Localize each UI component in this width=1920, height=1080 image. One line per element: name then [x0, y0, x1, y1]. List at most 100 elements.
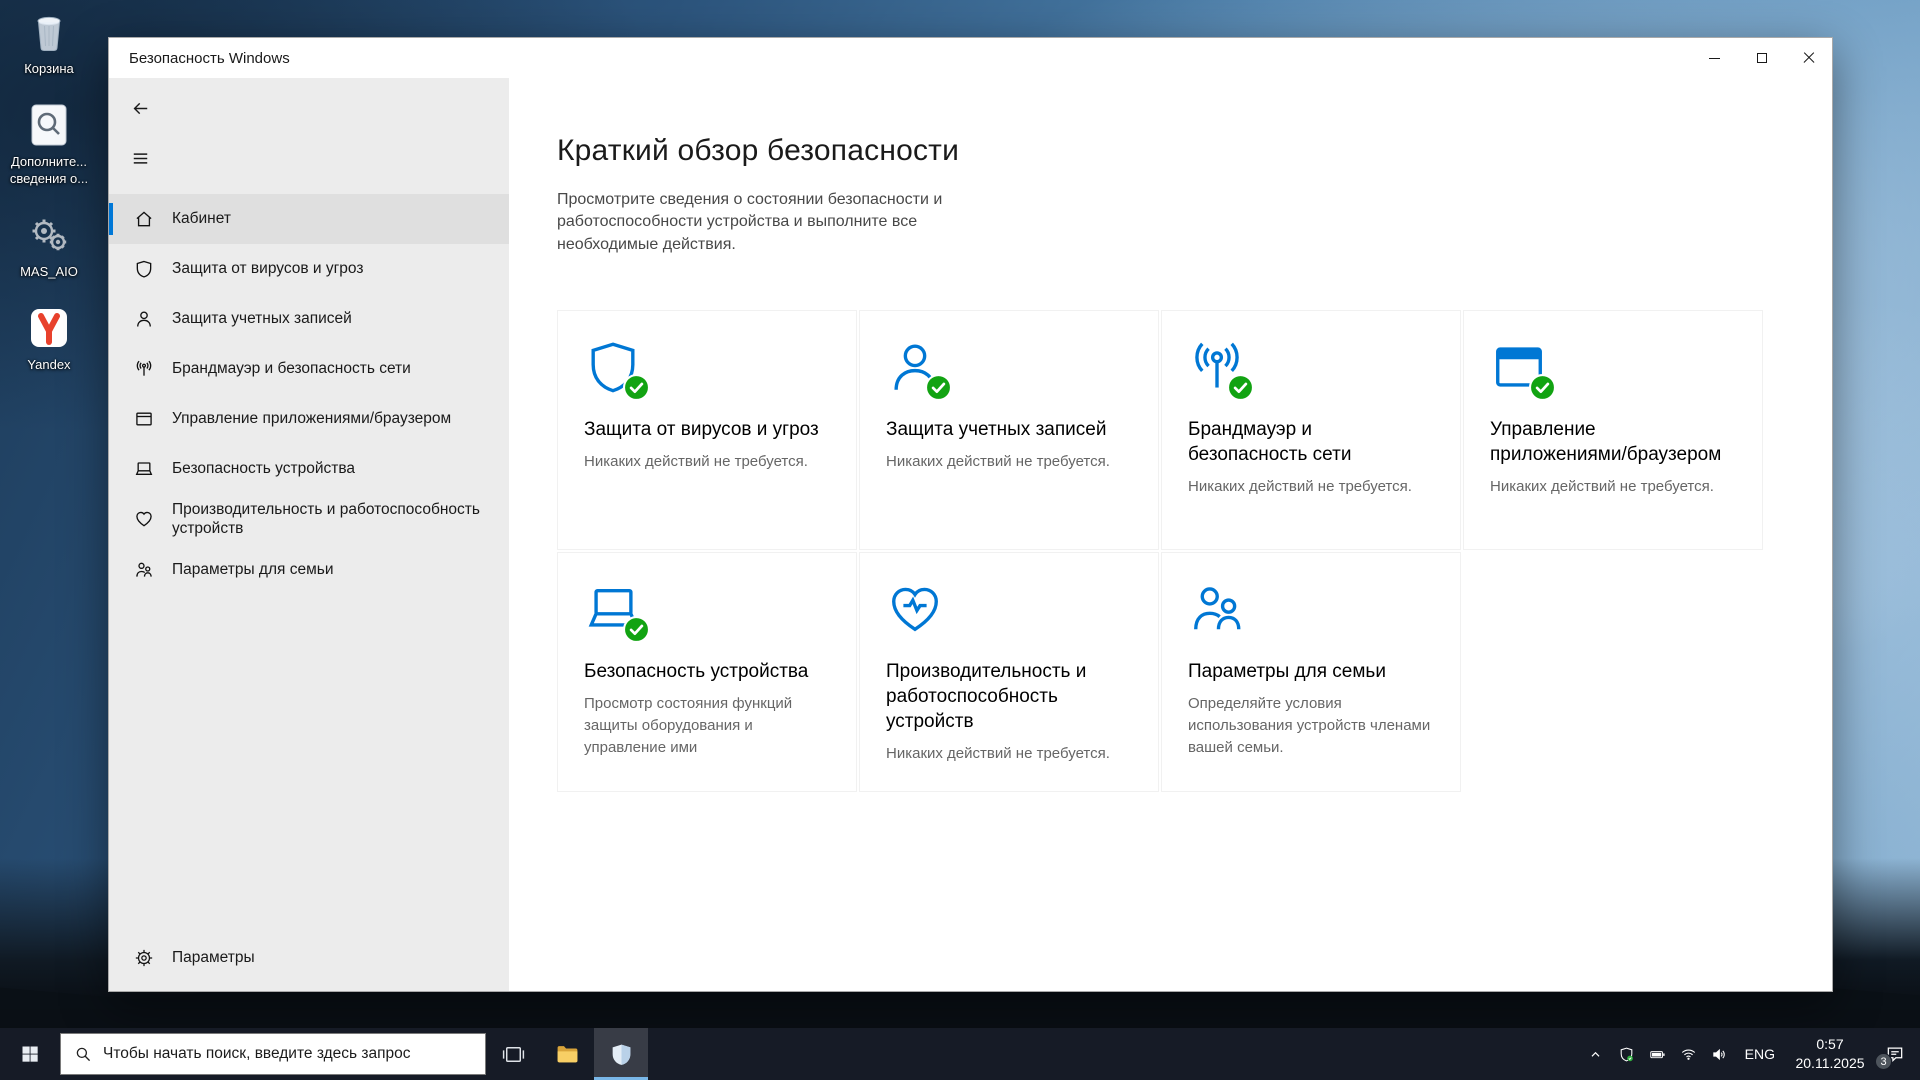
laptop-icon — [134, 459, 154, 479]
tile-status: Определяйте условия использования устрой… — [1188, 693, 1434, 758]
desktop-icon-yandex[interactable]: Yandex — [6, 304, 92, 373]
gears-icon — [25, 211, 73, 259]
sidebar-item-settings[interactable]: Параметры — [109, 933, 509, 983]
windows-security-button[interactable] — [594, 1028, 648, 1080]
sidebar-item-label: Брандмауэр и безопасность сети — [172, 359, 411, 378]
file-explorer-button[interactable] — [540, 1028, 594, 1080]
tile-firewall-network[interactable]: Брандмауэр и безопасность сети Никаких д… — [1161, 310, 1461, 550]
ok-check-icon — [925, 374, 952, 401]
shield-icon — [134, 259, 154, 279]
volume-icon[interactable] — [1711, 1045, 1729, 1063]
system-tray: ENG 0:57 20.11.2025 3 — [1587, 1028, 1920, 1080]
ok-check-icon — [1227, 374, 1254, 401]
taskbar-clock[interactable]: 0:57 20.11.2025 — [1791, 1035, 1869, 1073]
info-document-icon — [25, 101, 73, 149]
tile-status: Никаких действий не требуется. — [886, 451, 1132, 473]
sidebar-item-virus-protection[interactable]: Защита от вирусов и угроз — [109, 244, 509, 294]
wifi-icon[interactable] — [1680, 1045, 1698, 1063]
desktop-icon-label: Корзина — [24, 61, 74, 77]
recycle-bin-icon — [25, 8, 73, 56]
taskbar-search[interactable] — [60, 1033, 486, 1075]
back-button[interactable] — [121, 90, 159, 126]
sidebar-item-label: Безопасность устройства — [172, 459, 355, 478]
sidebar-item-device-security[interactable]: Безопасность устройства — [109, 444, 509, 494]
desktop-icon-label: Дополните... сведения о... — [6, 154, 92, 187]
sidebar-item-label: Производительность и работоспособность у… — [172, 500, 493, 539]
notification-badge: 3 — [1875, 1053, 1892, 1070]
clock-date: 20.11.2025 — [1791, 1054, 1869, 1073]
sidebar-item-label: Параметры — [172, 948, 255, 967]
page-title: Краткий обзор безопасности — [557, 134, 1832, 168]
tile-device-security[interactable]: Безопасность устройства Просмотр состоян… — [557, 552, 857, 792]
tile-virus-protection[interactable]: Защита от вирусов и угроз Никаких действ… — [557, 310, 857, 550]
tile-app-browser-control[interactable]: Управление приложениями/браузером Никаки… — [1463, 310, 1763, 550]
family-icon — [134, 560, 154, 580]
close-icon — [1803, 52, 1815, 64]
hamburger-icon — [131, 149, 150, 168]
tile-status: Просмотр состояния функций защиты оборуд… — [584, 693, 830, 758]
person-icon — [134, 309, 154, 329]
app-window-icon — [1490, 338, 1552, 400]
desktop-icon-info-document[interactable]: Дополните... сведения о... — [6, 101, 92, 187]
page-subtitle: Просмотрите сведения о состоянии безопас… — [557, 189, 1019, 256]
network-icon — [1188, 338, 1250, 400]
sidebar: Кабинет Защита от вирусов и угроз Защита… — [109, 78, 509, 991]
shield-icon — [584, 338, 646, 400]
sidebar-item-family-options[interactable]: Параметры для семьи — [109, 545, 509, 595]
close-button[interactable] — [1785, 38, 1832, 78]
tile-status: Никаких действий не требуется. — [1490, 476, 1736, 498]
tile-status: Никаких действий не требуется. — [886, 743, 1132, 765]
desktop-icon-recycle-bin[interactable]: Корзина — [6, 8, 92, 77]
search-input[interactable] — [103, 1045, 472, 1063]
shield-tray-icon[interactable] — [1618, 1045, 1636, 1063]
tile-title: Производительность и работоспособность у… — [886, 659, 1132, 734]
app-window-icon — [134, 409, 154, 429]
chevron-up-icon[interactable] — [1587, 1045, 1605, 1063]
menu-button[interactable] — [121, 140, 159, 176]
tile-title: Защита от вирусов и угроз — [584, 417, 830, 442]
tile-family-options[interactable]: Параметры для семьи Определяйте условия … — [1161, 552, 1461, 792]
sidebar-nav: Кабинет Защита от вирусов и угроз Защита… — [109, 194, 509, 595]
sidebar-item-label: Кабинет — [172, 209, 231, 228]
network-icon — [134, 359, 154, 379]
ok-check-icon — [623, 374, 650, 401]
task-view-button[interactable] — [486, 1028, 540, 1080]
gear-icon — [134, 948, 154, 968]
sidebar-item-label: Защита учетных записей — [172, 309, 352, 328]
desktop-icon-label: MAS_AIO — [20, 264, 78, 280]
sidebar-item-firewall-network[interactable]: Брандмауэр и безопасность сети — [109, 344, 509, 394]
ok-check-icon — [623, 616, 650, 643]
home-icon — [134, 209, 154, 229]
windows-logo-icon — [20, 1044, 40, 1064]
family-icon — [1188, 580, 1250, 642]
window-titlebar: Безопасность Windows — [109, 38, 1832, 78]
desktop-icon-label: Yandex — [27, 357, 70, 373]
maximize-icon — [1757, 53, 1767, 63]
tile-title: Управление приложениями/браузером — [1490, 417, 1736, 467]
action-center-button[interactable]: 3 — [1882, 1041, 1908, 1067]
sidebar-item-app-browser-control[interactable]: Управление приложениями/браузером — [109, 394, 509, 444]
battery-icon[interactable] — [1649, 1045, 1667, 1063]
tile-status: Никаких действий не требуется. — [584, 451, 830, 473]
person-icon — [886, 338, 948, 400]
tile-title: Параметры для семьи — [1188, 659, 1434, 684]
minimize-button[interactable] — [1691, 38, 1738, 78]
sidebar-item-label: Управление приложениями/браузером — [172, 409, 451, 428]
sidebar-item-account-protection[interactable]: Защита учетных записей — [109, 294, 509, 344]
tile-device-performance[interactable]: Производительность и работоспособность у… — [859, 552, 1159, 792]
laptop-icon — [584, 580, 646, 642]
sidebar-item-label: Защита от вирусов и угроз — [172, 259, 363, 278]
maximize-button[interactable] — [1738, 38, 1785, 78]
desktop-icon-mas-aio[interactable]: MAS_AIO — [6, 211, 92, 280]
language-indicator[interactable]: ENG — [1742, 1046, 1778, 1062]
heart-icon — [886, 580, 948, 642]
task-view-icon — [501, 1042, 526, 1067]
desktop-icon-list: Корзина Дополните... сведения о... — [6, 8, 92, 373]
main-content: Краткий обзор безопасности Просмотрите с… — [509, 78, 1832, 991]
sidebar-item-device-performance[interactable]: Производительность и работоспособность у… — [109, 494, 509, 545]
start-button[interactable] — [0, 1028, 60, 1080]
ok-check-icon — [1529, 374, 1556, 401]
sidebar-item-home[interactable]: Кабинет — [109, 194, 509, 244]
search-icon — [74, 1045, 92, 1063]
tile-account-protection[interactable]: Защита учетных записей Никаких действий … — [859, 310, 1159, 550]
